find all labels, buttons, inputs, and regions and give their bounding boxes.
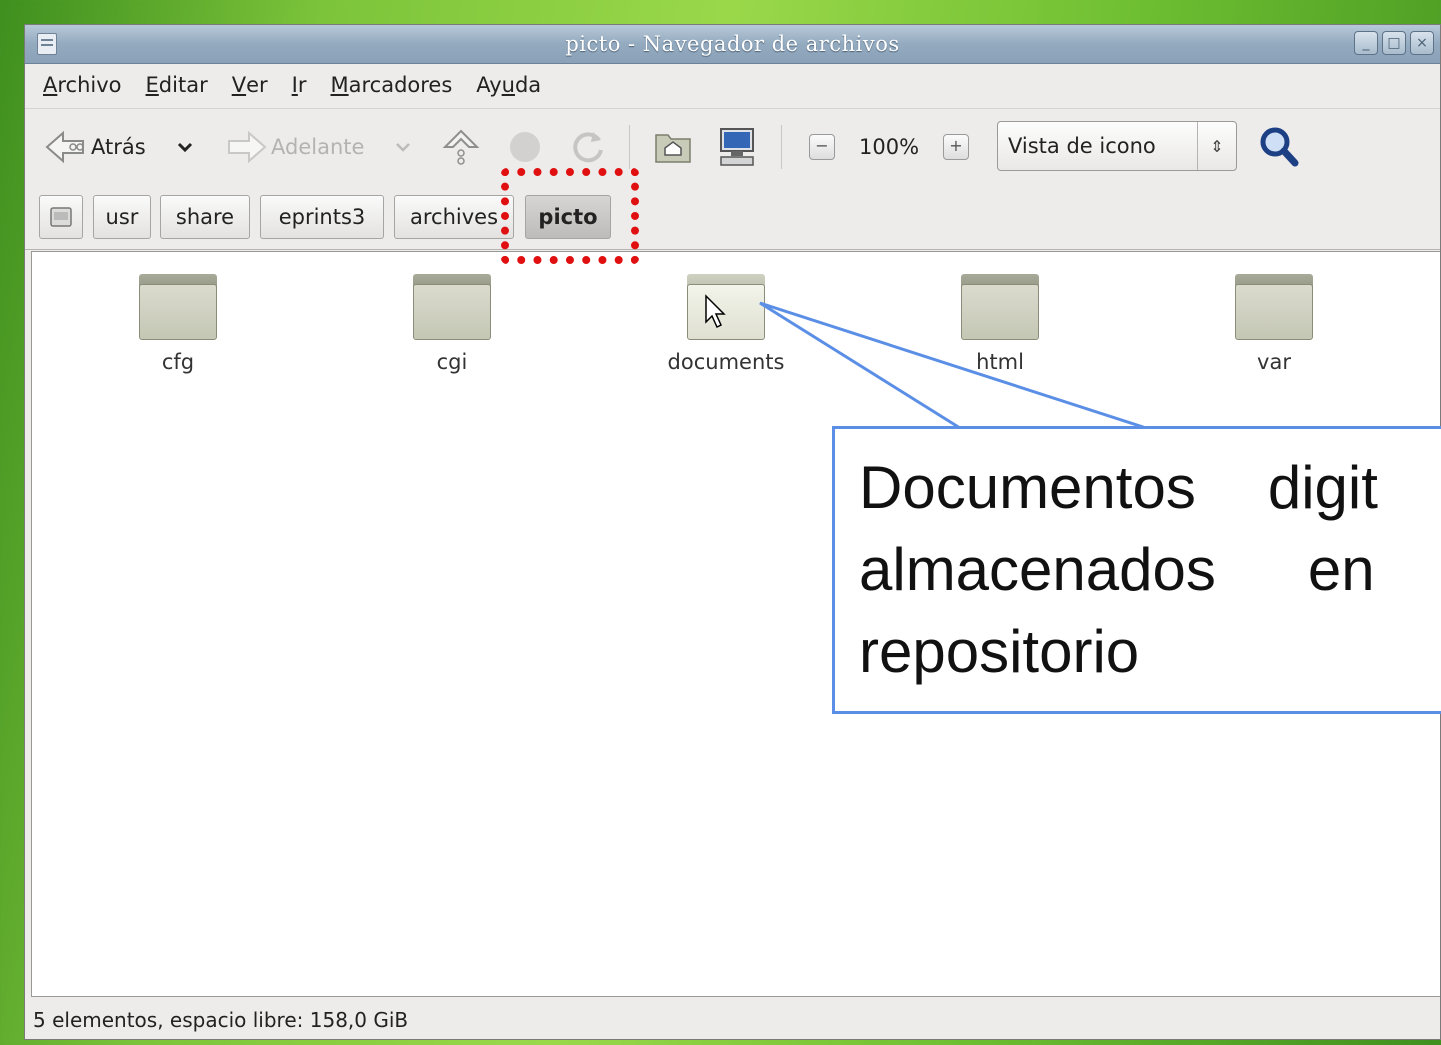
zoom-in-button[interactable]: + bbox=[943, 109, 969, 185]
computer-icon bbox=[720, 128, 754, 166]
callout-line-3: repositorio bbox=[859, 618, 1140, 685]
back-button[interactable]: Atrás bbox=[43, 109, 146, 185]
crumb-eprints3[interactable]: eprints3 bbox=[260, 195, 384, 239]
folder-item-cgi[interactable]: cgi bbox=[372, 270, 532, 374]
back-history-button[interactable] bbox=[175, 109, 195, 185]
zoom-out-icon: − bbox=[809, 134, 835, 160]
folder-label: cgi bbox=[436, 350, 468, 374]
folder-label: var bbox=[1257, 350, 1291, 374]
view-mode-select[interactable]: Vista de icono ⇕ bbox=[997, 121, 1237, 171]
home-button[interactable] bbox=[653, 109, 693, 185]
search-button[interactable] bbox=[1257, 109, 1301, 185]
highlight-box bbox=[501, 168, 639, 264]
back-icon bbox=[45, 130, 84, 164]
crumb-usr[interactable]: usr bbox=[93, 195, 151, 239]
folder-icon bbox=[687, 270, 765, 340]
folder-icon bbox=[1235, 270, 1313, 340]
callout-line-2: almacenados en bbox=[859, 536, 1375, 603]
forward-history-button[interactable] bbox=[393, 109, 413, 185]
updown-arrow-icon: ⇕ bbox=[1197, 122, 1236, 170]
crumb-share[interactable]: share bbox=[160, 195, 250, 239]
up-icon bbox=[442, 129, 480, 165]
window-title: picto - Navegador de archivos bbox=[565, 32, 900, 56]
folder-label: cfg bbox=[161, 350, 195, 374]
computer-button[interactable] bbox=[717, 109, 757, 185]
folder-item-html[interactable]: html bbox=[920, 270, 1080, 374]
menu-archivo[interactable]: Archivo bbox=[43, 73, 122, 97]
title-bar[interactable]: picto - Navegador de archivos _ □ × bbox=[25, 25, 1440, 64]
folder-item-var[interactable]: var bbox=[1194, 270, 1354, 374]
folder-icon bbox=[413, 270, 491, 340]
forward-label: Adelante bbox=[271, 135, 365, 159]
crumb-root[interactable] bbox=[39, 195, 83, 239]
menu-editar[interactable]: Editar bbox=[146, 73, 208, 97]
maximize-button[interactable]: □ bbox=[1382, 31, 1406, 55]
back-label: Atrás bbox=[91, 135, 146, 159]
zoom-out-button[interactable]: − bbox=[809, 109, 835, 185]
crumb-archives[interactable]: archives bbox=[394, 195, 514, 239]
search-icon bbox=[1260, 127, 1299, 167]
folder-item-cfg[interactable]: cfg bbox=[98, 270, 258, 374]
minimize-button[interactable]: _ bbox=[1354, 31, 1378, 55]
path-bar: usr share eprints3 archives picto bbox=[25, 185, 1440, 250]
chevron-down-icon bbox=[396, 143, 410, 152]
zoom-in-icon: + bbox=[943, 134, 969, 160]
hard-drive-icon bbox=[50, 207, 72, 227]
forward-icon bbox=[228, 130, 267, 164]
menu-ir[interactable]: Ir bbox=[292, 73, 307, 97]
folder-label: documents bbox=[667, 350, 785, 374]
reload-icon bbox=[573, 132, 603, 163]
folder-item-documents[interactable]: documents bbox=[646, 270, 806, 374]
menu-ver[interactable]: Ver bbox=[232, 73, 268, 97]
folder-label: html bbox=[976, 350, 1024, 374]
menu-marcadores[interactable]: Marcadores bbox=[330, 73, 452, 97]
chevron-down-icon bbox=[177, 142, 193, 153]
stop-icon bbox=[510, 132, 540, 162]
home-icon bbox=[655, 134, 691, 163]
callout-line-1: Documentos digit bbox=[859, 454, 1378, 521]
annotation-callout: Documentos digit almacenados en repositori… bbox=[832, 426, 1441, 714]
close-button[interactable]: × bbox=[1410, 31, 1434, 55]
folder-icon bbox=[139, 270, 217, 340]
up-button[interactable] bbox=[441, 109, 481, 185]
folder-icon bbox=[961, 270, 1039, 340]
forward-button[interactable]: Adelante bbox=[223, 109, 364, 185]
zoom-level[interactable]: 100% bbox=[859, 109, 919, 185]
menu-bar: Archivo Editar Ver Ir Marcadores Ayuda bbox=[25, 64, 1440, 106]
status-bar: 5 elementos, espacio libre: 158,0 GiB bbox=[33, 1008, 409, 1032]
view-mode-value: Vista de icono bbox=[1008, 134, 1156, 158]
menu-ayuda[interactable]: Ayuda bbox=[476, 73, 541, 97]
